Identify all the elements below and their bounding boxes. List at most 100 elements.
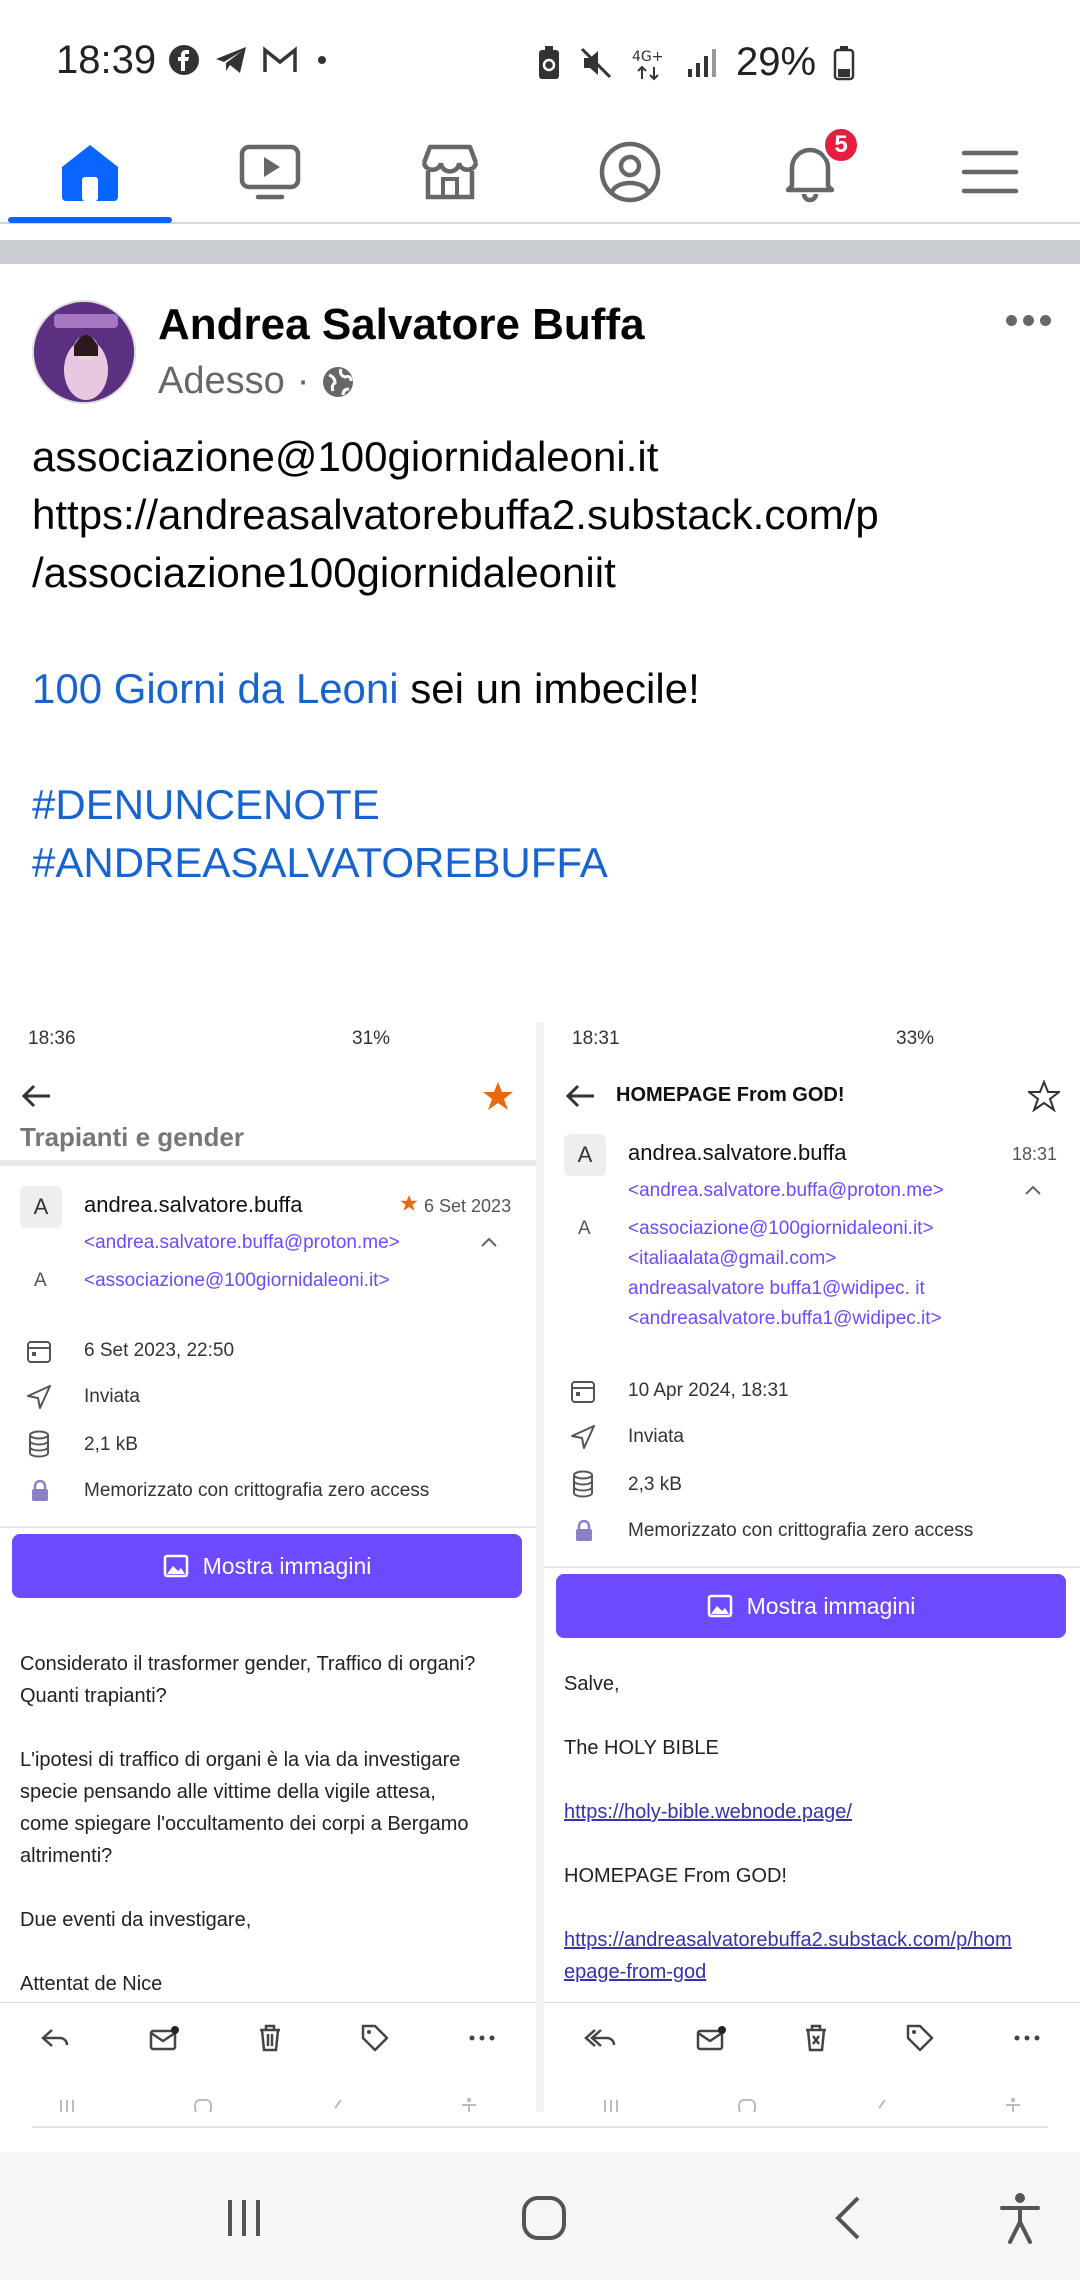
tag-icon[interactable]	[361, 2024, 389, 2052]
recents-button[interactable]	[204, 2178, 284, 2258]
body-link[interactable]: epage-from-god	[564, 1956, 1012, 1988]
profile-icon	[599, 141, 661, 203]
dot-icon	[1022, 314, 1034, 326]
chevron-up-icon[interactable]	[1024, 1184, 1042, 1196]
body-link[interactable]: https://andreasalvatorebuffa2.substack.c…	[564, 1924, 1012, 1956]
trash-icon[interactable]	[258, 2024, 282, 2052]
dot-icon	[318, 56, 326, 64]
right-to-email-2[interactable]: <italiaalata@gmail.com>	[628, 1248, 836, 1270]
feed-divider	[0, 240, 1080, 264]
right-date-full: 10 Apr 2024, 18:31	[628, 1380, 789, 1401]
meta-divider	[0, 1526, 536, 1528]
body-line: Attentat de Nice	[20, 1973, 163, 1995]
body-line	[20, 1872, 475, 1904]
left-email-body: Considerato il trasformer gender, Traffi…	[20, 1648, 475, 2000]
more-horizontal-icon[interactable]	[1013, 2034, 1041, 2042]
right-status-time: 18:31	[572, 1028, 620, 1049]
back-arrow-icon	[21, 1084, 50, 1108]
left-email-screenshot[interactable]: 18:36 31% Trapianti e gender A andrea.sa…	[0, 1022, 536, 2112]
tag-icon[interactable]	[906, 2024, 934, 2052]
home-icon	[62, 145, 118, 201]
post-attached-images[interactable]: 18:36 31% Trapianti e gender A andrea.sa…	[0, 1022, 1080, 2112]
system-navigation-bar	[0, 2152, 1080, 2280]
left-sender-email[interactable]: <andrea.salvatore.buffa@proton.me>	[84, 1232, 400, 1254]
chevron-up-icon[interactable]	[480, 1236, 498, 1248]
right-email-subject: HOMEPAGE From GOD!	[616, 1084, 845, 1106]
status-time: 18:39	[56, 38, 157, 82]
right-to-email-4[interactable]: <andreasalvatore.buffa1@widipec.it>	[628, 1308, 942, 1330]
network-4g-icon: 4G+	[632, 49, 664, 80]
author-avatar[interactable]	[32, 300, 136, 404]
back-icon	[334, 2099, 342, 2109]
hashtag-link[interactable]: #ANDREASALVATOREBUFFA	[32, 839, 608, 886]
post-author-name[interactable]: Andrea Salvatore Buffa	[158, 300, 645, 350]
back-arrow-icon	[565, 1084, 594, 1108]
right-to-email-3[interactable]: andreasalvatore buffa1@widipec. it	[628, 1278, 925, 1300]
left-email-subject: Trapianti e gender	[20, 1122, 244, 1152]
video-icon	[239, 144, 301, 200]
sent-icon	[27, 1385, 51, 1409]
battery-percent: 29%	[736, 40, 817, 84]
accessibility-icon	[1000, 2193, 1040, 2244]
reply-icon[interactable]	[40, 2026, 70, 2050]
sender-avatar: A	[564, 1134, 606, 1176]
nav-home-button[interactable]	[10, 120, 170, 224]
mark-unread-icon[interactable]	[696, 2025, 726, 2051]
star-small-icon	[400, 1195, 418, 1211]
post-options-button[interactable]	[1000, 300, 1056, 340]
recents-icon	[604, 2100, 618, 2112]
accessibility-icon	[462, 2098, 476, 2112]
meta-divider	[544, 1566, 1080, 1568]
right-folder: Inviata	[628, 1426, 684, 1447]
nav-active-indicator	[8, 217, 172, 223]
home-button[interactable]	[504, 2178, 584, 2258]
right-to-email-1[interactable]: <associazione@100giornidaleoni.it>	[628, 1218, 934, 1240]
nav-profile-button[interactable]	[550, 120, 710, 224]
page-mention-link[interactable]: 100 Giorni da Leoni	[32, 665, 399, 712]
right-sender-email[interactable]: <andrea.salvatore.buffa@proton.me>	[628, 1180, 944, 1202]
lock-icon	[576, 1520, 592, 1541]
nav-video-button[interactable]	[190, 120, 350, 224]
recents-icon	[60, 2100, 74, 2112]
right-to-initial: A	[578, 1218, 591, 1239]
left-email-toolbar	[0, 2002, 536, 2072]
left-status-time: 18:36	[28, 1028, 76, 1049]
calendar-icon	[571, 1381, 595, 1403]
post-line	[32, 602, 1052, 660]
post-line: /associazione100giornidaleoniit	[32, 549, 616, 596]
left-date-short: 6 Set 2023	[424, 1196, 512, 1216]
mark-unread-icon[interactable]	[149, 2025, 179, 2051]
star-filled-icon	[483, 1082, 513, 1110]
nav-marketplace-button[interactable]	[370, 120, 530, 224]
delete-icon[interactable]	[804, 2024, 828, 2052]
right-email-screenshot[interactable]: 18:31 33% HOMEPAGE From GOD! A andrea.sa…	[544, 1022, 1080, 2112]
more-horizontal-icon[interactable]	[468, 2034, 496, 2042]
hashtag-link[interactable]: #DENUNCENOTE	[32, 781, 380, 828]
right-mini-system-nav	[544, 2096, 1080, 2112]
left-to-initial: A	[34, 1270, 47, 1291]
right-sender-name[interactable]: andrea.salvatore.buffa	[628, 1140, 847, 1166]
post-time[interactable]: Adesso	[158, 360, 285, 403]
right-status-battery: 33%	[896, 1028, 935, 1049]
image-icon	[707, 1594, 732, 1618]
back-button[interactable]	[808, 2178, 888, 2258]
mute-icon	[580, 47, 612, 78]
calendar-icon	[27, 1341, 51, 1363]
right-email-toolbar	[544, 2002, 1080, 2072]
left-show-images-button[interactable]: Mostra immagini	[12, 1534, 522, 1598]
signal-icon	[688, 48, 716, 77]
right-show-images-button[interactable]: Mostra immagini	[556, 1574, 1066, 1638]
left-sender-name[interactable]: andrea.salvatore.buffa	[84, 1192, 303, 1218]
accessibility-button[interactable]	[980, 2178, 1060, 2258]
body-greeting: Salve,	[564, 1673, 620, 1695]
subject-divider	[0, 1160, 536, 1166]
body-link[interactable]: https://holy-bible.webnode.page/	[564, 1796, 1012, 1828]
nav-menu-button[interactable]	[910, 120, 1070, 224]
reply-all-icon[interactable]	[583, 2026, 617, 2050]
left-to-email[interactable]: <associazione@100giornidaleoni.it>	[84, 1270, 390, 1292]
right-email-body: Salve, The HOLY BIBLE https://holy-bible…	[564, 1668, 1012, 1988]
post-line: 100 Giorni da Leoni sei un imbecile!	[32, 665, 700, 712]
nav-notifications-button[interactable]: 5	[730, 120, 890, 224]
sent-icon	[571, 1425, 595, 1449]
image-icon	[163, 1554, 188, 1578]
